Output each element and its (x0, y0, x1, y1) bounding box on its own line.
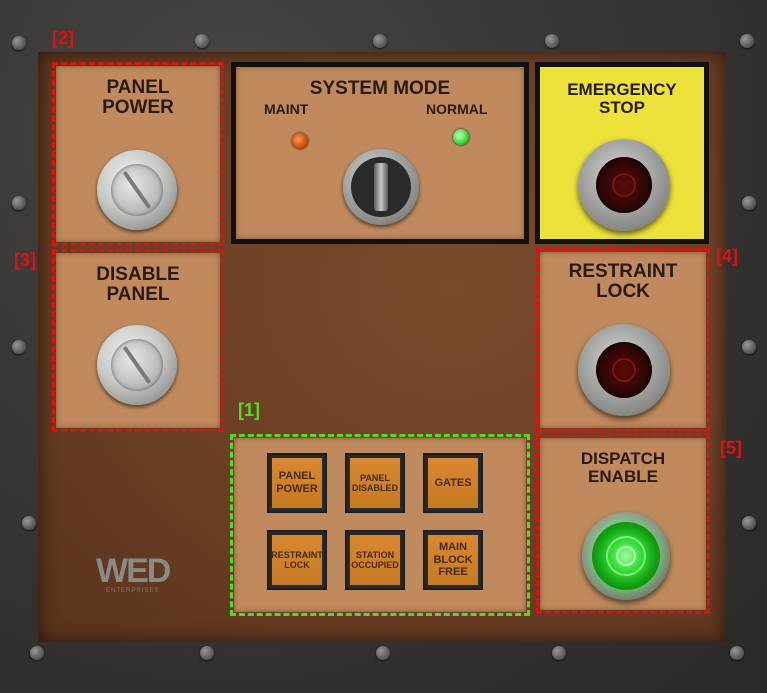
system-mode-module: SYSTEM MODE MAINT NORMAL (236, 67, 524, 239)
rivet (545, 34, 559, 48)
button-cap (596, 157, 652, 213)
rivet (195, 34, 209, 48)
system-mode-selector-switch[interactable] (343, 149, 419, 225)
wed-logo-subtitle: ENTERPRISES (106, 588, 160, 594)
annotation-tag-2: [2] (52, 28, 74, 48)
selector-handle (374, 163, 388, 211)
system-mode-frame: SYSTEM MODE MAINT NORMAL (231, 62, 529, 244)
annotation-box-2 (52, 62, 224, 246)
rivet (742, 340, 756, 354)
rivet (742, 196, 756, 210)
annotation-box-1 (230, 434, 530, 616)
maint-led (292, 133, 308, 149)
annotation-box-4 (536, 248, 710, 432)
normal-led (453, 129, 469, 145)
rivet (740, 34, 754, 48)
annotation-tag-3: [3] (14, 250, 36, 270)
rivet (742, 516, 756, 530)
rivet (30, 646, 44, 660)
maint-label: MAINT (264, 101, 309, 117)
annotation-box-5 (536, 433, 710, 614)
annotation-box-3 (52, 249, 224, 432)
annotation-tag-1: [1] (238, 400, 260, 420)
rivet (200, 646, 214, 660)
emergency-stop-module: EMERGENCY STOP (540, 67, 704, 239)
rivet (376, 646, 390, 660)
cap-ring (612, 173, 636, 197)
emergency-stop-label: EMERGENCY STOP (567, 80, 677, 117)
emergency-stop-button[interactable] (578, 139, 670, 231)
rivet (730, 646, 744, 660)
emergency-stop-frame: EMERGENCY STOP (535, 62, 709, 244)
annotation-tag-5: [5] (720, 438, 742, 458)
wed-logo: WED (96, 552, 171, 590)
control-panel: PANEL POWER DISABLE PANEL SYSTEM MODE MA… (0, 0, 767, 693)
rivet (373, 34, 387, 48)
selector-knob (351, 157, 411, 217)
annotation-tag-4: [4] (716, 246, 738, 266)
rivet (12, 36, 26, 50)
rivet (12, 196, 26, 210)
rivet (22, 516, 36, 530)
system-mode-title: SYSTEM MODE (309, 78, 451, 99)
rivet (12, 340, 26, 354)
rivet (552, 646, 566, 660)
normal-label: NORMAL (426, 101, 488, 117)
